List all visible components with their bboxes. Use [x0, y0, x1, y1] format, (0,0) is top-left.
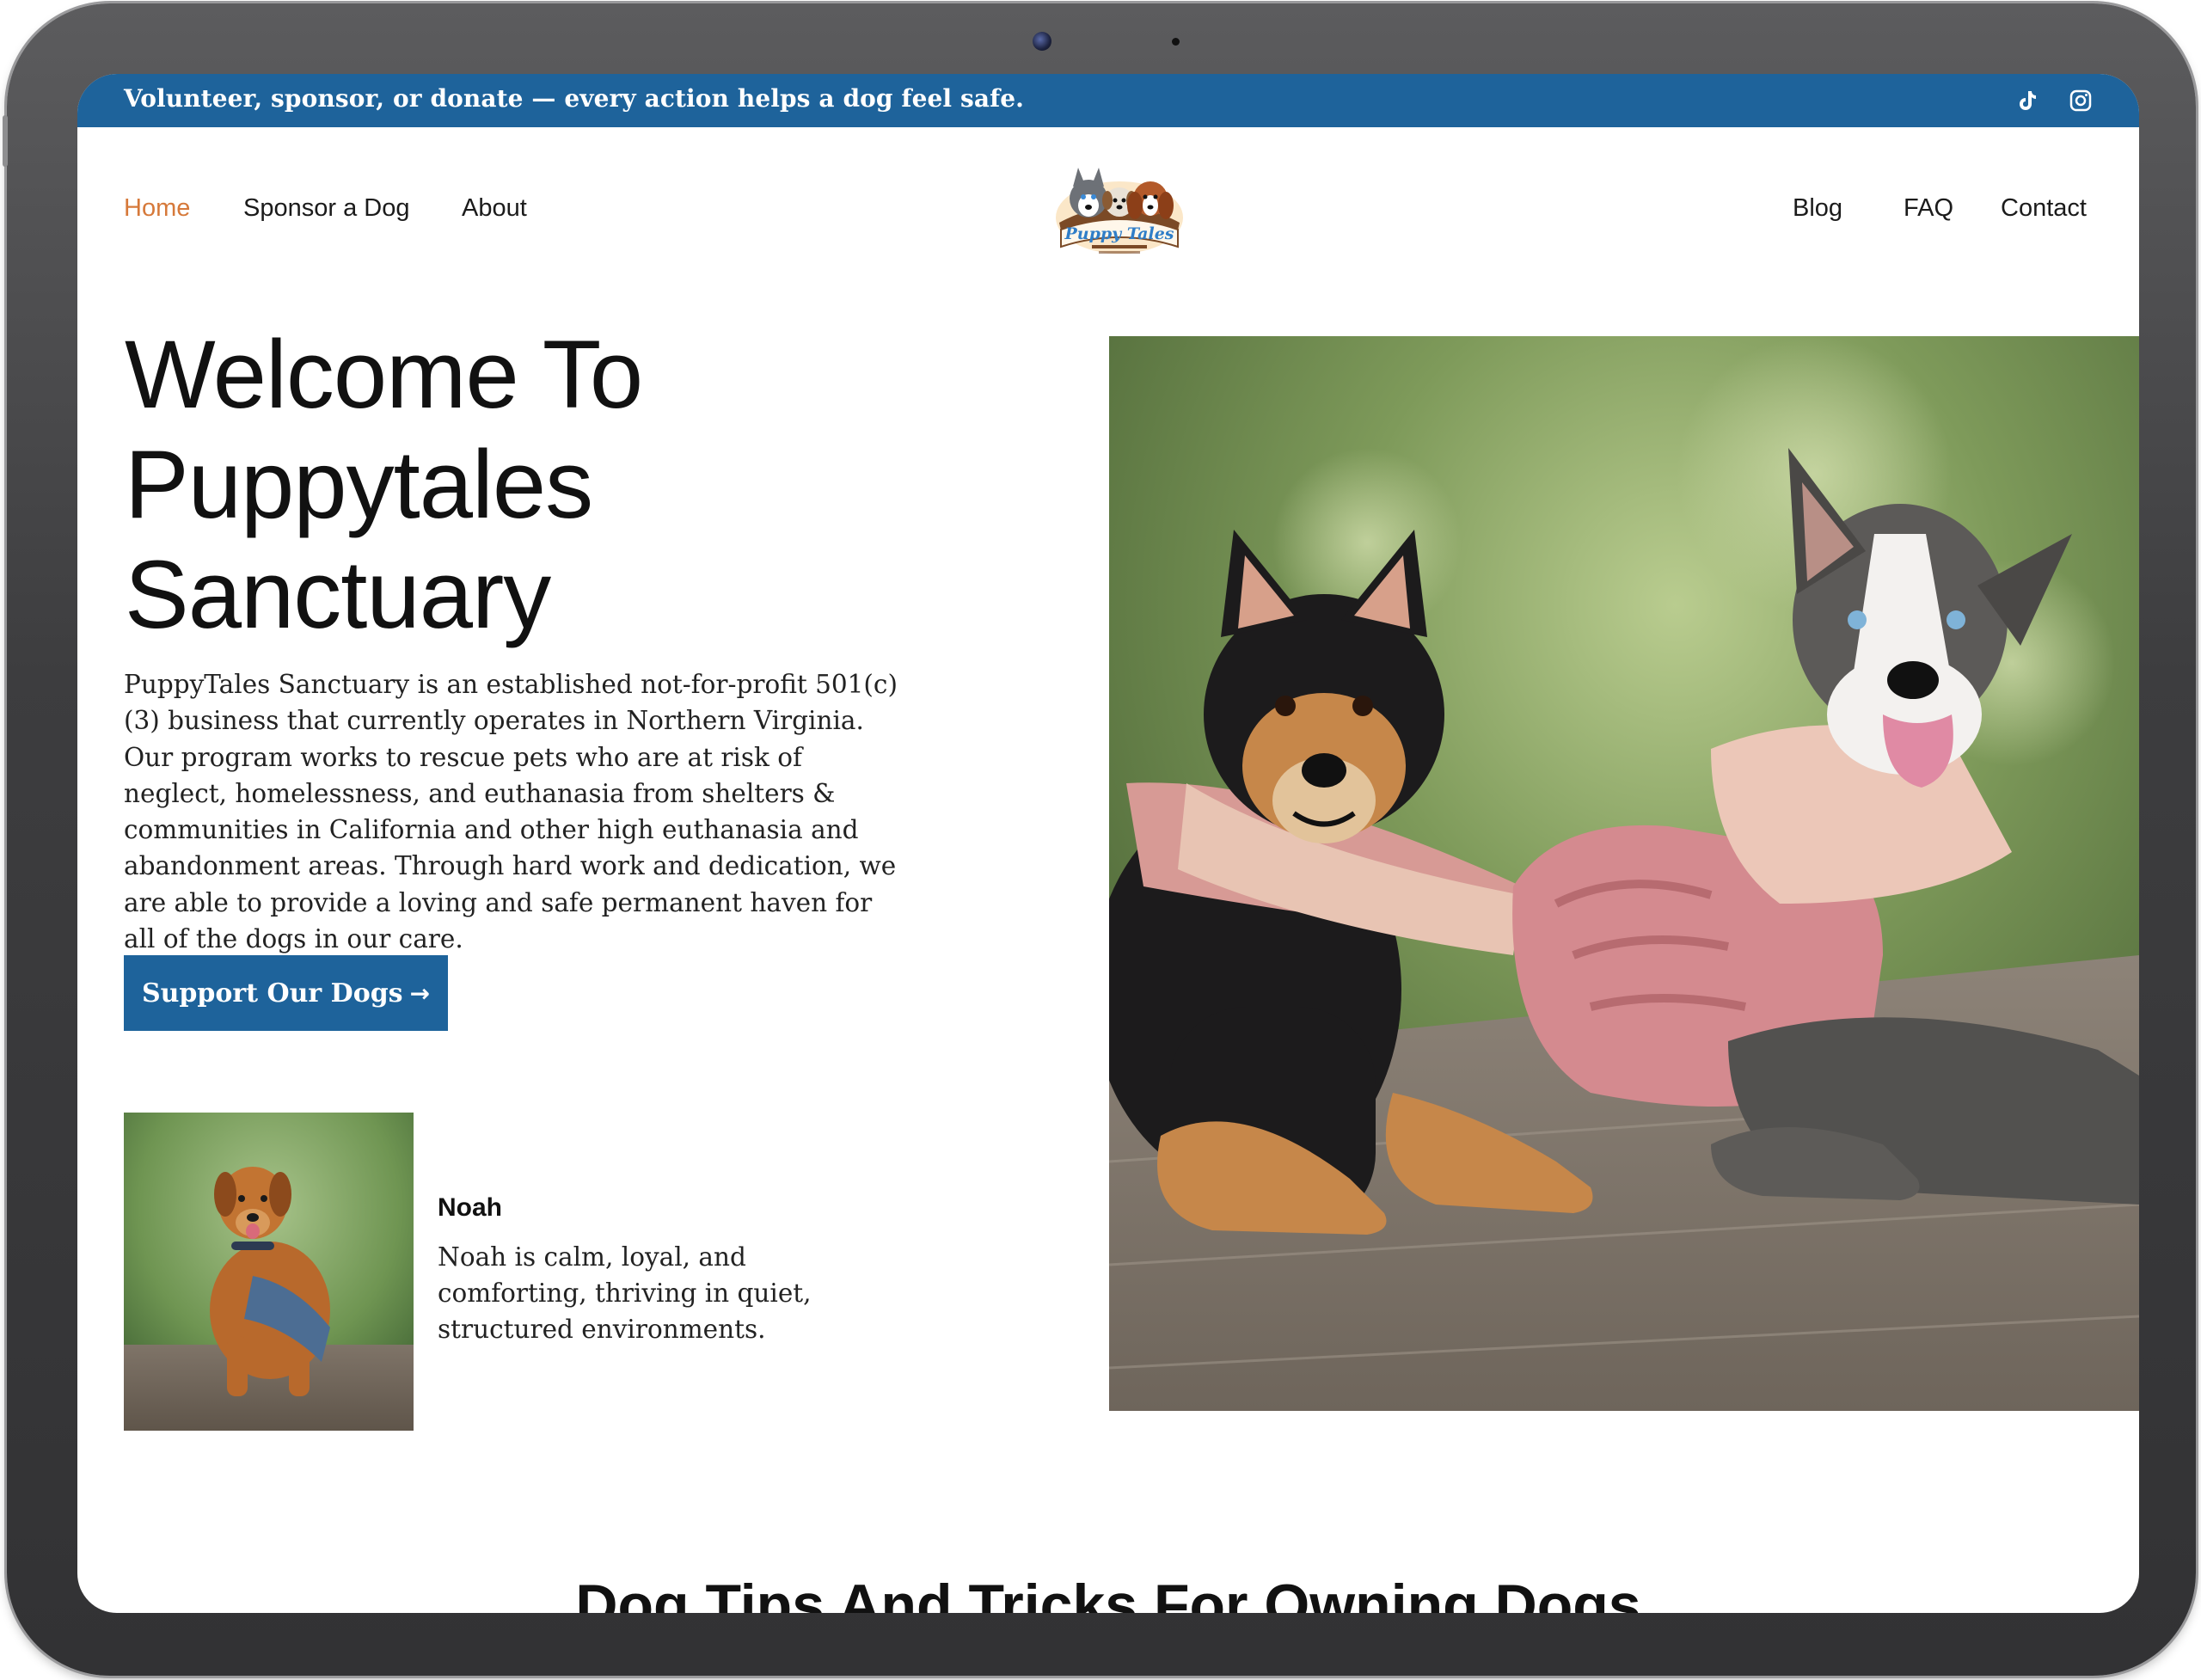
hero-description: PuppyTales Sanctuary is an established n…: [124, 670, 898, 954]
nav-about[interactable]: About: [462, 194, 527, 223]
hero-title-line: Welcome To: [125, 321, 643, 428]
hero-title: Welcome To Puppytales Sanctuary: [125, 320, 898, 650]
hero-dogs-photo: [1109, 336, 2139, 1411]
volume-button: [3, 115, 8, 167]
section-title: Dog Tips And Tricks For Owning Dogs: [575, 1573, 1641, 1613]
hero-title-line: Sanctuary: [125, 541, 551, 648]
support-our-dogs-button[interactable]: Support Our Dogs →: [124, 955, 448, 1031]
logo-text: Puppy Tales: [1064, 224, 1174, 243]
nav-contact[interactable]: Contact: [2001, 194, 2087, 223]
nav-faq[interactable]: FAQ: [1904, 194, 1953, 223]
announcement-bar: Volunteer, sponsor, or donate — every ac…: [77, 74, 2139, 127]
cta-label: Support Our Dogs: [141, 978, 403, 1009]
nav-home[interactable]: Home: [124, 194, 190, 223]
instagram-icon[interactable]: [2068, 88, 2094, 113]
nav-blog[interactable]: Blog: [1793, 194, 1842, 223]
browser-screen: Volunteer, sponsor, or donate — every ac…: [77, 74, 2139, 1613]
featured-dog-description: Noah is calm, loyal, and comforting, thr…: [438, 1242, 812, 1344]
noah-photo[interactable]: [124, 1113, 414, 1431]
tiktok-icon[interactable]: [2014, 88, 2039, 113]
puppytales-logo[interactable]: Puppy Tales: [1051, 156, 1188, 263]
hero-title-line: Puppytales: [125, 431, 593, 538]
featured-dog-name: Noah: [438, 1193, 502, 1222]
arrow-right-icon: →: [409, 978, 431, 1008]
announcement-text: Volunteer, sponsor, or donate — every ac…: [124, 84, 1025, 113]
nav-sponsor-a-dog[interactable]: Sponsor a Dog: [243, 194, 409, 223]
tablet-frame: Volunteer, sponsor, or donate — every ac…: [3, 3, 2196, 1676]
camera-sensor: [1172, 38, 1180, 46]
front-camera: [1033, 32, 1051, 51]
